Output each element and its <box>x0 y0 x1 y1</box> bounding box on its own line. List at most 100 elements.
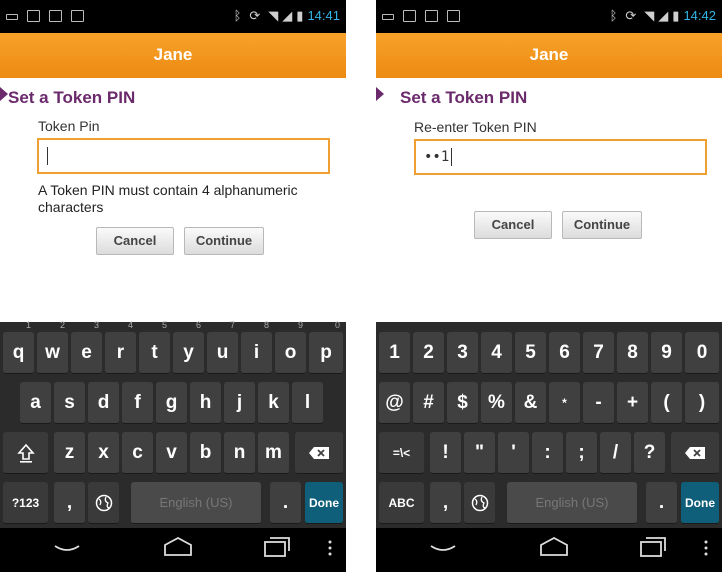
key-slash[interactable]: / <box>600 432 631 474</box>
back-icon[interactable] <box>52 536 82 556</box>
play-store-icon <box>447 10 460 22</box>
backspace-key[interactable] <box>295 432 343 474</box>
key-open-paren[interactable]: ( <box>651 382 682 424</box>
key-h[interactable]: h <box>190 382 221 424</box>
home-icon[interactable] <box>162 536 194 558</box>
key-question[interactable]: ? <box>634 432 665 474</box>
language-key[interactable] <box>88 482 119 524</box>
key-double-quote[interactable]: " <box>464 432 495 474</box>
key-y[interactable]: y6 <box>173 320 204 374</box>
key-v[interactable]: v <box>156 432 187 474</box>
key-j[interactable]: j <box>224 382 255 424</box>
key-k[interactable]: k <box>258 382 289 424</box>
app-title-bar: Jane <box>0 33 346 78</box>
key-e[interactable]: e3 <box>71 320 102 374</box>
cancel-button[interactable]: Cancel <box>474 211 552 239</box>
key-i[interactable]: i8 <box>241 320 272 374</box>
globe-icon <box>95 494 112 511</box>
key-dollar[interactable]: $ <box>447 382 478 424</box>
space-key[interactable]: English (US) <box>131 482 261 524</box>
key-u[interactable]: u7 <box>207 320 238 374</box>
key-close-paren[interactable]: ) <box>685 382 719 424</box>
key-colon[interactable]: : <box>532 432 563 474</box>
key-minus[interactable]: - <box>583 382 614 424</box>
token-pin-input[interactable] <box>37 138 330 174</box>
key-t[interactable]: t5 <box>139 320 170 374</box>
alphabet-mode-key[interactable]: ABC <box>379 482 424 524</box>
key-m[interactable]: m <box>258 432 289 474</box>
key-9[interactable]: 9 <box>651 332 682 374</box>
key-4[interactable]: 4 <box>481 332 512 374</box>
key-exclamation[interactable]: ! <box>430 432 461 474</box>
key-8[interactable]: 8 <box>617 332 648 374</box>
symbols-mode-key[interactable]: ?123 <box>3 482 48 524</box>
key-at[interactable]: @ <box>379 382 410 424</box>
key-r[interactable]: r4 <box>105 320 136 374</box>
token-pin-label: Token Pin <box>38 118 100 134</box>
key-semicolon[interactable]: ; <box>566 432 597 474</box>
globe-icon <box>471 494 488 511</box>
key-asterisk[interactable]: * <box>549 382 580 424</box>
continue-button[interactable]: Continue <box>562 211 642 239</box>
key-z[interactable]: z <box>54 432 85 474</box>
menu-icon[interactable] <box>327 539 333 557</box>
shift-key[interactable] <box>3 432 48 474</box>
menu-icon[interactable] <box>703 539 709 557</box>
key-hint: 6 <box>195 320 201 330</box>
play-store-icon <box>71 10 84 22</box>
key-f[interactable]: f <box>122 382 153 424</box>
key-x[interactable]: x <box>88 432 119 474</box>
usb-icon <box>6 14 18 20</box>
status-bar: ᛒ ⟳ ◥ ◢ ▮ 14:42 <box>376 0 722 33</box>
battery-icon: ▮ <box>296 8 304 23</box>
backspace-key[interactable] <box>671 432 719 474</box>
key-5[interactable]: 5 <box>515 332 546 374</box>
key-g[interactable]: g <box>156 382 187 424</box>
key-d[interactable]: d <box>88 382 119 424</box>
key-single-quote[interactable]: ' <box>498 432 529 474</box>
reenter-pin-input[interactable] <box>414 139 707 175</box>
key-n[interactable]: n <box>224 432 255 474</box>
comma-key[interactable]: , <box>54 482 85 524</box>
key-7[interactable]: 7 <box>583 332 614 374</box>
done-key[interactable]: Done <box>681 482 719 524</box>
key-p[interactable]: p0 <box>309 320 343 374</box>
recents-icon[interactable] <box>262 536 292 558</box>
key-l[interactable]: l <box>292 382 323 424</box>
phone-screen-right: ᛒ ⟳ ◥ ◢ ▮ 14:42 Jane Set a Token PIN Re-enter… <box>376 0 722 572</box>
cancel-button[interactable]: Cancel <box>96 227 174 255</box>
key-plus[interactable]: + <box>617 382 648 424</box>
backspace-icon <box>685 446 705 459</box>
app-title: Jane <box>529 45 569 64</box>
continue-button[interactable]: Continue <box>184 227 264 255</box>
key-hint: 7 <box>229 320 235 330</box>
key-c[interactable]: c <box>122 432 153 474</box>
key-o[interactable]: o9 <box>275 320 306 374</box>
key-percent[interactable]: % <box>481 382 512 424</box>
space-key[interactable]: English (US) <box>507 482 637 524</box>
recents-icon[interactable] <box>638 536 668 558</box>
period-key[interactable]: . <box>270 482 301 524</box>
home-icon[interactable] <box>538 536 570 558</box>
key-0[interactable]: 0 <box>685 332 719 374</box>
status-clock: 14:41 <box>307 8 340 23</box>
key-b[interactable]: b <box>190 432 221 474</box>
done-key[interactable]: Done <box>305 482 343 524</box>
language-key[interactable] <box>464 482 495 524</box>
key-w[interactable]: w2 <box>37 320 68 374</box>
key-q[interactable]: q1 <box>3 320 34 374</box>
key-3[interactable]: 3 <box>447 332 478 374</box>
back-icon[interactable] <box>428 536 458 556</box>
key-2[interactable]: 2 <box>413 332 444 374</box>
more-symbols-key[interactable]: =\< <box>379 432 424 474</box>
section-marker-icon <box>0 87 8 101</box>
key-hash[interactable]: # <box>413 382 444 424</box>
comma-key[interactable]: , <box>430 482 461 524</box>
pin-requirement-hint: A Token PIN must contain 4 alphanumeric … <box>38 182 298 215</box>
key-ampersand[interactable]: & <box>515 382 546 424</box>
key-s[interactable]: s <box>54 382 85 424</box>
key-1[interactable]: 1 <box>379 332 410 374</box>
period-key[interactable]: . <box>646 482 677 524</box>
key-6[interactable]: 6 <box>549 332 580 374</box>
key-a[interactable]: a <box>20 382 51 424</box>
